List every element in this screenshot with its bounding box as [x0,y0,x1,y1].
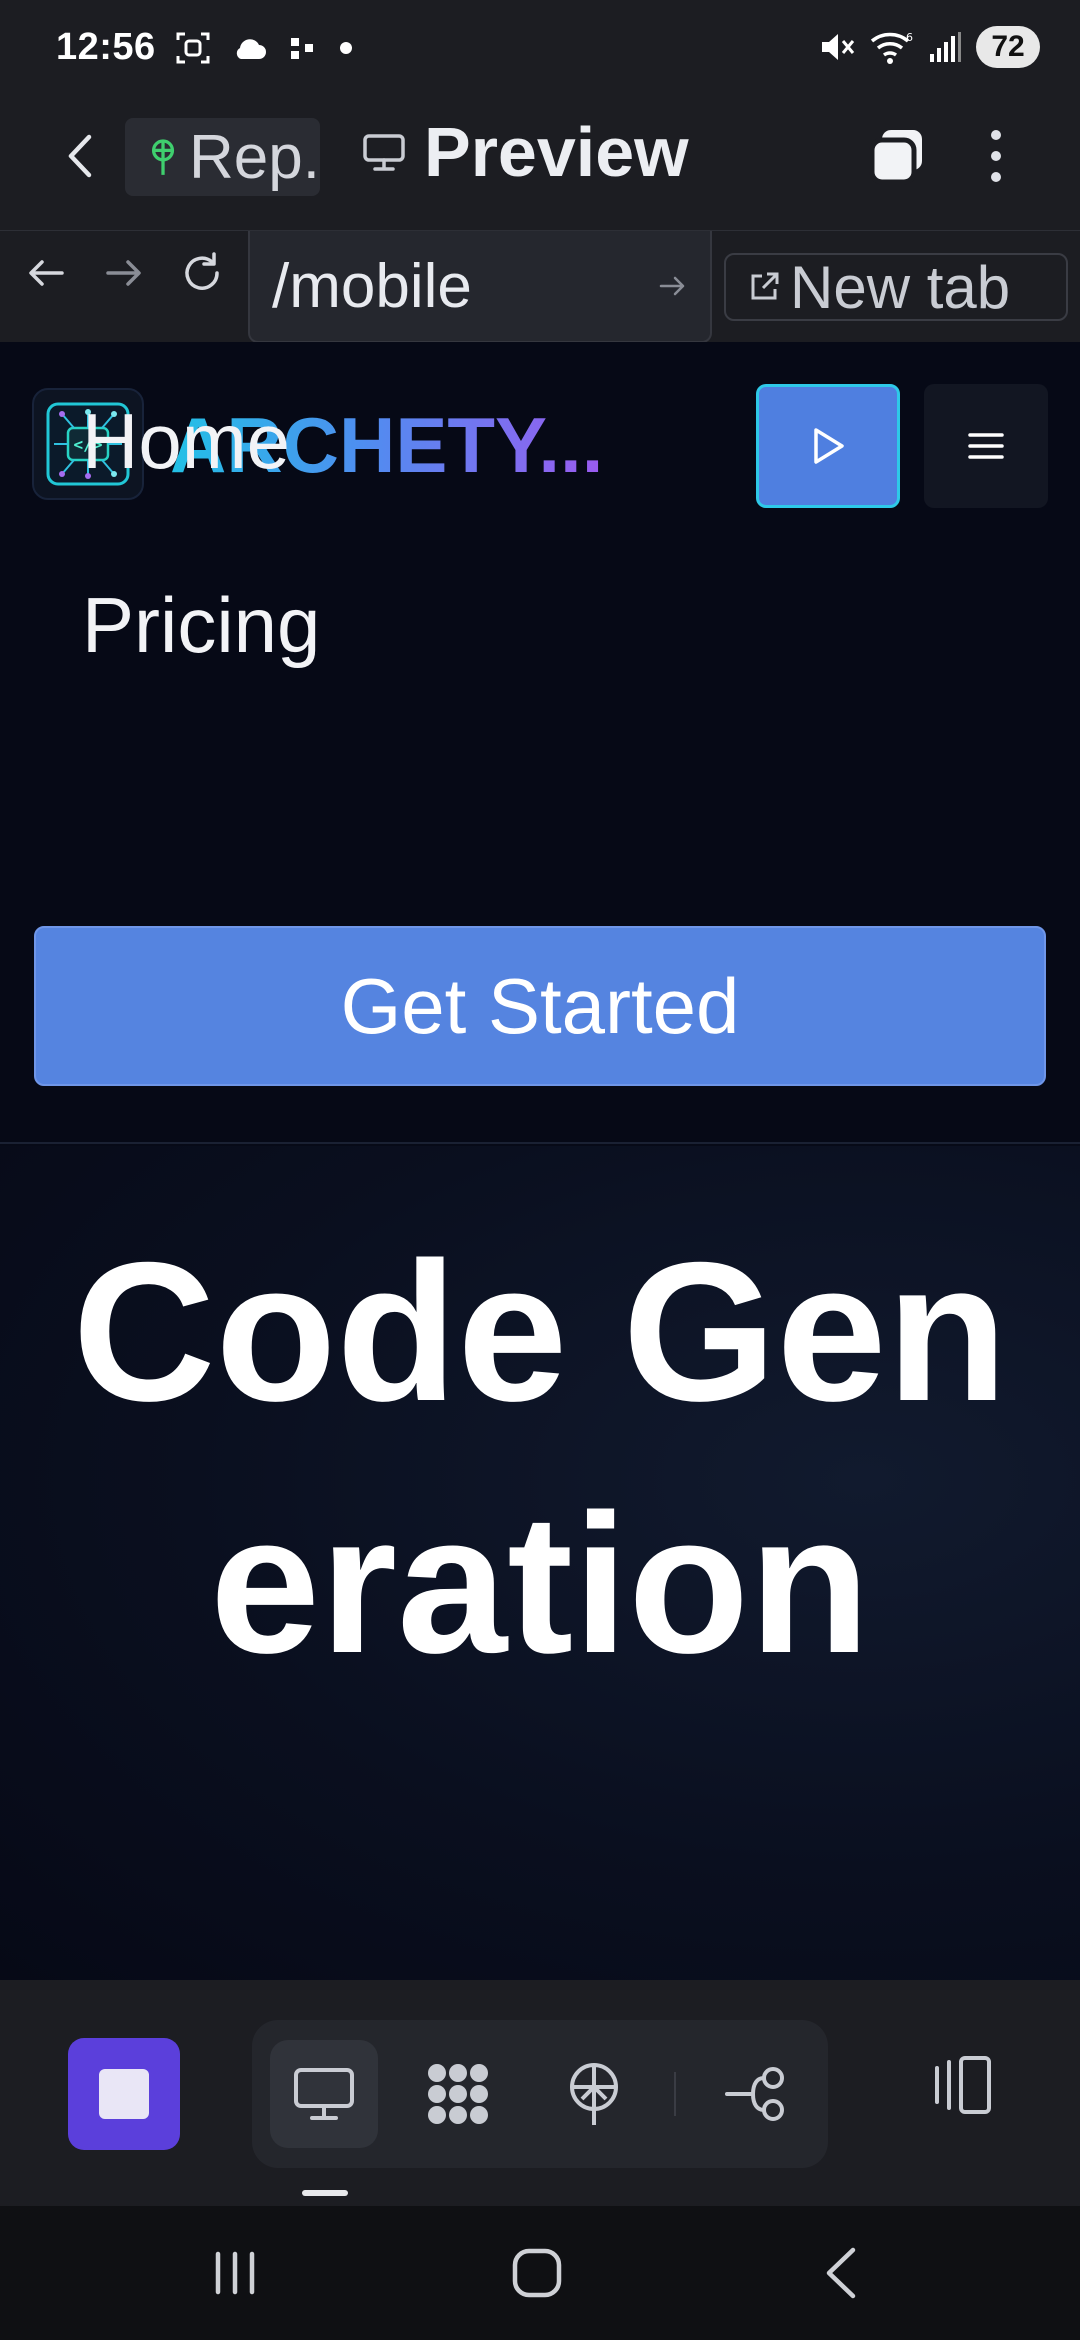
wifi-icon: 6 [870,31,913,64]
hero-title: Code Generation [72,1221,1008,1694]
hero-section: Code Generation [0,1146,1080,1980]
tabs-icon [869,130,922,185]
nav-link-pricing[interactable]: Pricing [82,580,320,671]
mute-icon [822,34,855,60]
cloud-icon [236,39,266,59]
preview-tab-label: Preview [424,113,689,191]
layout-button[interactable] [916,2040,1006,2130]
more-button[interactable] [968,124,1024,188]
url-bar: /mobile New tab [0,230,1080,343]
get-started-label: Get Started [340,961,740,1050]
repl-tab-label: Rep. [189,122,320,192]
deploy-tool-button[interactable] [540,2040,648,2148]
deploy-icon [570,2063,618,2125]
external-link-icon [751,272,779,300]
git-tool-button[interactable] [702,2040,810,2148]
app-bar: Rep. Preview [0,100,1080,230]
webview-icon [294,2068,354,2120]
system-back-icon [826,2247,856,2299]
go-icon[interactable] [658,271,688,301]
status-icons-left [175,30,353,66]
system-navigation-bar [0,2206,1080,2340]
packages-tool-button[interactable] [404,2040,512,2148]
status-bar: 12:56 6 72 [0,0,1080,100]
dots-icon [291,38,313,59]
menu-button[interactable] [924,384,1048,508]
nav-link-home[interactable]: Home [82,396,290,487]
new-tab-label: New tab [790,253,1011,321]
back-button[interactable] [50,126,110,186]
stop-icon [99,2069,149,2119]
recents-icon [215,2251,255,2295]
arrow-left-icon[interactable] [24,251,68,295]
run-button[interactable] [756,384,900,508]
arrow-right-icon[interactable] [102,251,146,295]
battery-indicator: 72 [976,26,1040,68]
menu-icon [968,433,1004,459]
reload-icon[interactable] [180,251,224,295]
git-icon [725,2067,784,2121]
web-page: </> ARCHETY... Home Pricing Get Started … [0,342,1080,1980]
system-back-button[interactable] [806,2238,876,2308]
status-icons-right: 6 72 [818,26,1040,68]
back-icon [68,134,92,178]
recents-button[interactable] [200,2238,270,2308]
preview-tab[interactable]: Preview [362,112,689,192]
tool-separator [674,2072,676,2116]
get-started-button[interactable]: Get Started [34,926,1046,1086]
monitor-icon [363,134,405,171]
layout-icon [935,2056,991,2114]
home-icon [512,2248,562,2298]
play-icon [814,428,844,464]
url-input[interactable]: /mobile [248,231,712,343]
url-text: /mobile [272,251,472,321]
screenshot-icon [176,32,210,64]
svg-text:6: 6 [906,31,913,44]
active-tab-indicator [302,2190,348,2196]
repl-tab[interactable]: Rep. [125,118,320,196]
webview-tool-button[interactable] [270,2040,378,2148]
bottom-toolbar [0,1980,1080,2206]
notification-dot-icon [340,42,352,54]
new-tab-button[interactable]: New tab [724,253,1068,321]
status-time: 12:56 [56,26,156,68]
tabs-button[interactable] [868,126,928,186]
stop-button[interactable] [68,2038,180,2150]
tool-group [252,2020,828,2168]
home-button[interactable] [502,2238,572,2308]
site-header: </> ARCHETY... Home Pricing Get Started [0,342,1080,1144]
more-icon [991,129,1001,140]
grid-icon [428,2064,488,2124]
signal-icon [930,32,961,62]
repl-icon [151,139,175,175]
